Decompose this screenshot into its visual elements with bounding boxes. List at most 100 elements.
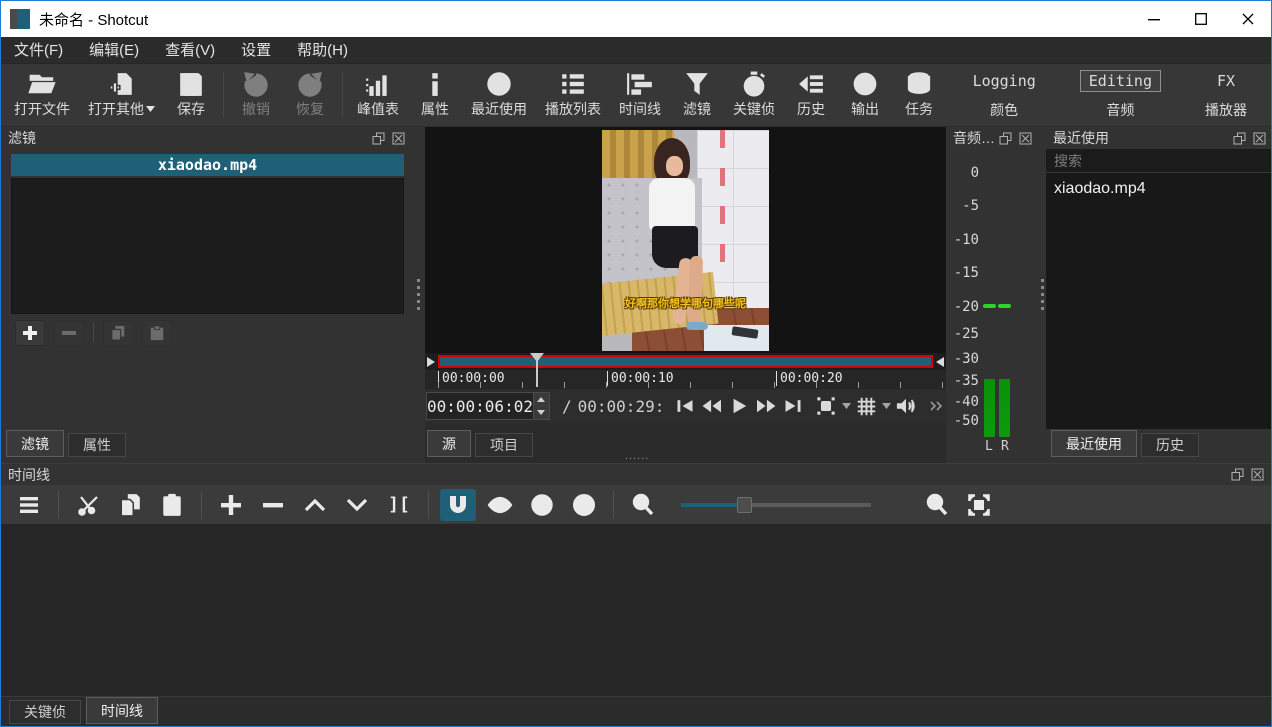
- ripple-button[interactable]: [524, 489, 560, 521]
- append-button[interactable]: [213, 489, 249, 521]
- chevron-down-icon: [146, 106, 155, 112]
- copy-button[interactable]: [112, 489, 148, 521]
- filters-button[interactable]: 滤镜: [670, 68, 724, 122]
- rewind-button[interactable]: [699, 393, 726, 420]
- playhead-icon: [529, 353, 545, 387]
- zoom-toggle-button[interactable]: [813, 393, 840, 420]
- layout-player-button[interactable]: 播放器: [1197, 99, 1255, 121]
- timeline-menu-button[interactable]: [11, 489, 47, 521]
- video-preview: 好啊那你想学哪句哪些呢: [602, 130, 769, 351]
- meter-scale-label: -20: [946, 299, 979, 315]
- zoom-in-button[interactable]: [919, 489, 955, 521]
- undo-button[interactable]: 撤销: [229, 68, 283, 122]
- close-panel-icon[interactable]: [1253, 132, 1266, 145]
- float-panel-icon[interactable]: [999, 132, 1012, 145]
- menu-help[interactable]: 帮助(H): [284, 37, 361, 64]
- menu-view[interactable]: 查看(V): [152, 37, 228, 64]
- grid-button[interactable]: [853, 393, 880, 420]
- playhead[interactable]: [529, 353, 545, 387]
- recent-item[interactable]: xiaodao.mp4: [1046, 173, 1272, 202]
- float-panel-icon[interactable]: [1233, 132, 1246, 145]
- playlist-icon: [560, 71, 586, 97]
- tab-filters[interactable]: 滤镜: [6, 430, 64, 457]
- slider-handle[interactable]: [737, 497, 752, 513]
- tab-recent[interactable]: 最近使用: [1051, 430, 1137, 457]
- save-button[interactable]: 保存: [164, 68, 218, 122]
- close-panel-icon[interactable]: [392, 132, 405, 145]
- skip-to-start-button[interactable]: [672, 393, 699, 420]
- scrub-bar[interactable]: [438, 355, 933, 368]
- menu-edit[interactable]: 编辑(E): [76, 37, 152, 64]
- maximize-button[interactable]: [1177, 1, 1224, 37]
- trim-in-marker[interactable]: [427, 357, 435, 367]
- history-button[interactable]: 历史: [784, 68, 838, 122]
- add-filter-button[interactable]: [15, 320, 45, 346]
- redo-button[interactable]: 恢复: [283, 68, 337, 122]
- layout-logging-button[interactable]: Logging: [965, 71, 1044, 91]
- scrub-while-dragging-button[interactable]: [482, 489, 518, 521]
- float-panel-icon[interactable]: [1231, 468, 1244, 481]
- tab-source[interactable]: 源: [427, 430, 471, 457]
- zoom-menu-caret[interactable]: [840, 393, 853, 420]
- close-panel-icon[interactable]: [1251, 468, 1264, 481]
- timeline-zoom-slider[interactable]: [681, 496, 871, 514]
- layout-fx-button[interactable]: FX: [1209, 71, 1243, 91]
- recent-button[interactable]: 最近使用: [462, 68, 536, 122]
- volume-button[interactable]: [893, 393, 920, 420]
- trim-out-marker[interactable]: [936, 357, 944, 367]
- ripple-all-tracks-button[interactable]: [566, 489, 602, 521]
- tab-project[interactable]: 项目: [475, 433, 533, 457]
- volume-icon: [895, 396, 917, 416]
- play-button[interactable]: [726, 393, 753, 420]
- vertical-splitter[interactable]: [1039, 127, 1046, 463]
- skip-to-end-button[interactable]: [780, 393, 807, 420]
- minimize-button[interactable]: [1130, 1, 1177, 37]
- lift-button[interactable]: [297, 489, 333, 521]
- split-button[interactable]: ][: [381, 489, 417, 521]
- close-panel-icon[interactable]: [1019, 132, 1032, 145]
- float-panel-icon[interactable]: [372, 132, 385, 145]
- open-other-button[interactable]: 打开其他: [79, 68, 164, 122]
- current-time-spinbox[interactable]: 00:00:06:02: [426, 392, 550, 420]
- remove-filter-button[interactable]: [54, 320, 84, 346]
- properties-button[interactable]: 属性: [408, 68, 462, 122]
- paste-filters-button[interactable]: [142, 320, 172, 346]
- menu-file[interactable]: 文件(F): [1, 37, 76, 64]
- recent-search-input[interactable]: [1046, 149, 1272, 173]
- ripple-delete-button[interactable]: [255, 489, 291, 521]
- layout-color-button[interactable]: 颜色: [982, 99, 1026, 121]
- vertical-splitter[interactable]: [412, 127, 425, 463]
- fast-forward-button[interactable]: [753, 393, 780, 420]
- overwrite-button[interactable]: [339, 489, 375, 521]
- layout-audio-button[interactable]: 音频: [1098, 99, 1142, 121]
- hamburger-menu-icon: [18, 496, 40, 514]
- toolbar-overflow-button[interactable]: [930, 393, 943, 420]
- timeline-tracks-area[interactable]: [1, 524, 1271, 696]
- tab-keyframes[interactable]: 关键侦: [9, 700, 81, 724]
- zoom-fit-button[interactable]: [961, 489, 997, 521]
- app-icon: [10, 9, 30, 29]
- layout-editing-button[interactable]: Editing: [1080, 70, 1161, 92]
- paste-button[interactable]: [154, 489, 190, 521]
- snap-toggle-button[interactable]: [440, 489, 476, 521]
- close-button[interactable]: [1224, 1, 1271, 37]
- jobs-button[interactable]: 任务: [892, 68, 946, 122]
- spin-up-button[interactable]: [534, 393, 549, 406]
- tab-properties[interactable]: 属性: [68, 433, 126, 457]
- filter-list[interactable]: [11, 178, 404, 314]
- grid-menu-caret[interactable]: [880, 393, 893, 420]
- export-button[interactable]: 输出: [838, 68, 892, 122]
- open-file-button[interactable]: 打开文件: [5, 68, 79, 122]
- playlist-button[interactable]: 播放列表: [536, 68, 610, 122]
- menu-settings[interactable]: 设置: [228, 37, 284, 64]
- spin-down-button[interactable]: [534, 406, 549, 419]
- horizontal-splitter-grip[interactable]: ......: [625, 450, 649, 462]
- copy-filters-button[interactable]: [103, 320, 133, 346]
- keyframes-button[interactable]: 关键侦: [724, 68, 784, 122]
- tab-history[interactable]: 历史: [1141, 433, 1199, 457]
- timeline-button[interactable]: 时间线: [610, 68, 670, 122]
- peak-meter-button[interactable]: 峰值表: [348, 68, 408, 122]
- tab-timeline[interactable]: 时间线: [86, 697, 158, 724]
- cut-button[interactable]: [70, 489, 106, 521]
- zoom-out-button[interactable]: [625, 489, 661, 521]
